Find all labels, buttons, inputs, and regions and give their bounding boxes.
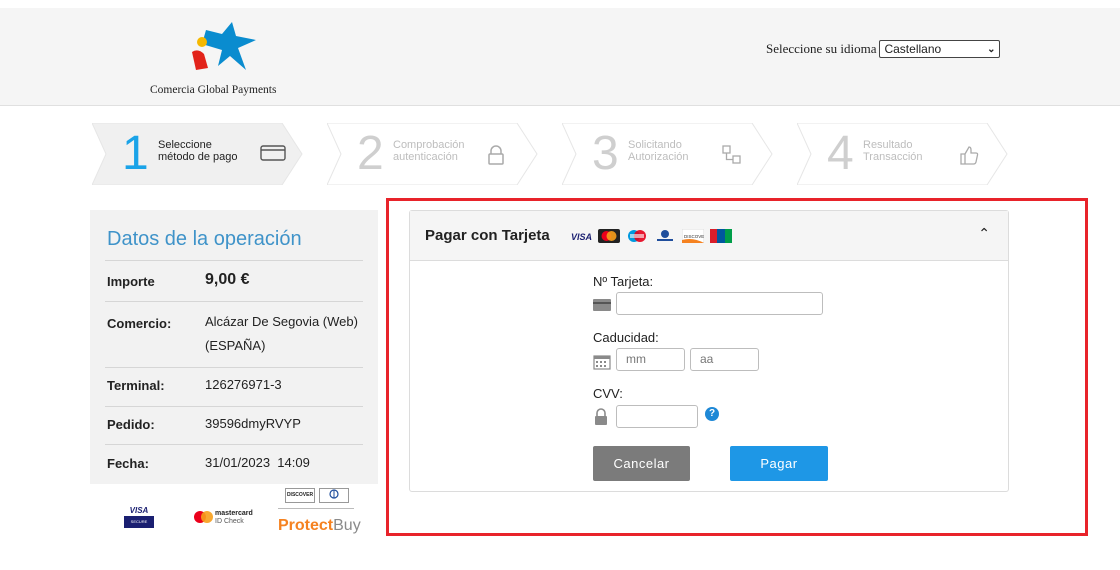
mastercard-icon xyxy=(598,229,620,243)
cvv-label: CVV: xyxy=(593,386,623,401)
date-label: Fecha: xyxy=(107,456,149,471)
merchant-value: Alcázar De Segovia (Web) (ESPAÑA) xyxy=(205,314,358,353)
lock-icon xyxy=(488,145,504,165)
language-label: Seleccione su idioma xyxy=(766,41,877,56)
visa-icon: VISA xyxy=(571,232,592,242)
credit-card-icon xyxy=(260,145,286,161)
card-panel-header[interactable]: Pagar con Tarjeta VISA DISCOVER ⌃ xyxy=(410,211,1008,261)
cancel-button[interactable]: Cancelar xyxy=(593,446,690,481)
mastercard-text: mastercard xyxy=(215,510,253,517)
merchant-label: Comercio: xyxy=(107,316,172,331)
cvv-input[interactable] xyxy=(616,405,698,428)
language-select[interactable]: Castellano ⌄ xyxy=(879,40,1001,58)
mastercard-id-check-logo: mastercard ID Check xyxy=(194,508,258,528)
svg-text:DISCOVER: DISCOVER xyxy=(684,234,704,239)
maestro-icon xyxy=(628,230,646,242)
protectbuy-text: ProtectBuy xyxy=(278,517,361,534)
step-number: 1 xyxy=(122,127,149,180)
operation-details-panel: Datos de la operación Importe 9,00 € Com… xyxy=(90,210,378,484)
caixa-logo: Comercia Global Payments xyxy=(150,22,300,102)
expiry-label: Caducidad: xyxy=(593,330,659,345)
step-label: Seleccione método de pago xyxy=(158,139,238,163)
star-logo-icon xyxy=(192,22,256,70)
diners-icon xyxy=(657,230,673,241)
diners-club-logo xyxy=(319,488,349,503)
language-selected: Castellano xyxy=(884,42,942,56)
step-label: Solicitando Autorización xyxy=(628,139,689,163)
collapse-chevron-icon[interactable]: ⌃ xyxy=(978,225,990,242)
step-number: 3 xyxy=(592,127,619,180)
visa-logo-text: VISA xyxy=(129,506,149,515)
divider xyxy=(105,260,363,261)
language-selector: Seleccione su idioma Castellano ⌄ xyxy=(766,40,1001,58)
discover-icon: DISCOVER xyxy=(682,229,704,243)
pay-button[interactable]: Pagar xyxy=(730,446,828,481)
divider xyxy=(105,406,363,407)
terminal-label: Terminal: xyxy=(107,378,165,393)
terminal-value: 126276971-3 xyxy=(205,377,282,392)
amount-label: Importe xyxy=(107,274,155,289)
step-result: 4 Resultado Transacción xyxy=(797,123,1008,185)
divider xyxy=(105,367,363,368)
svg-text:VISA: VISA xyxy=(571,232,592,242)
protectbuy-logo: DISCOVER ProtectBuy xyxy=(278,488,361,540)
step-number: 2 xyxy=(357,127,384,180)
discover-logo: DISCOVER xyxy=(285,488,315,503)
card-brands: VISA DISCOVER xyxy=(570,229,732,243)
chevron-down-icon: ⌄ xyxy=(987,43,996,55)
expiry-year-input[interactable]: aa xyxy=(690,348,759,371)
step-authentication: 2 Comprobación autenticación xyxy=(327,123,538,185)
order-label: Pedido: xyxy=(107,417,155,432)
card-number-label: Nº Tarjeta: xyxy=(593,274,654,289)
order-value: 39596dmyRVYP xyxy=(205,416,301,431)
logo-text: Comercia Global Payments xyxy=(150,84,277,96)
divider xyxy=(105,444,363,445)
header: Comercia Global Payments Seleccione su i… xyxy=(0,0,1120,106)
progress-steps: 1 Seleccione método de pago 2 Comprobaci… xyxy=(92,123,1012,185)
padlock-icon xyxy=(595,408,607,425)
divider xyxy=(105,301,363,302)
credit-card-icon xyxy=(593,299,611,311)
calendar-icon xyxy=(593,355,611,370)
expiry-month-input[interactable]: mm xyxy=(616,348,685,371)
visa-secure-text: SECURE xyxy=(124,516,154,528)
amount-value: 9,00 € xyxy=(205,271,250,288)
step-label: Resultado Transacción xyxy=(863,139,923,163)
jcb-icon xyxy=(710,229,732,243)
card-payment-panel: Pagar con Tarjeta VISA DISCOVER ⌃ Nº Tar… xyxy=(409,210,1009,492)
card-panel-title: Pagar con Tarjeta xyxy=(425,227,550,244)
id-check-text: ID Check xyxy=(215,518,244,525)
thumbs-up-icon xyxy=(960,146,979,165)
help-icon[interactable]: ? xyxy=(705,407,719,421)
network-icon xyxy=(722,145,741,164)
card-number-input[interactable] xyxy=(616,292,823,315)
step-label: Comprobación autenticación xyxy=(393,139,465,163)
step-select-payment-method: 1 Seleccione método de pago xyxy=(92,123,303,185)
step-authorization: 3 Solicitando Autorización xyxy=(562,123,773,185)
operation-details-title: Datos de la operación xyxy=(107,228,302,250)
verified-by-visa-logo: VISA SECURE xyxy=(124,506,154,533)
step-number: 4 xyxy=(827,127,854,180)
date-value: 31/01/2023 14:09 xyxy=(205,455,310,470)
